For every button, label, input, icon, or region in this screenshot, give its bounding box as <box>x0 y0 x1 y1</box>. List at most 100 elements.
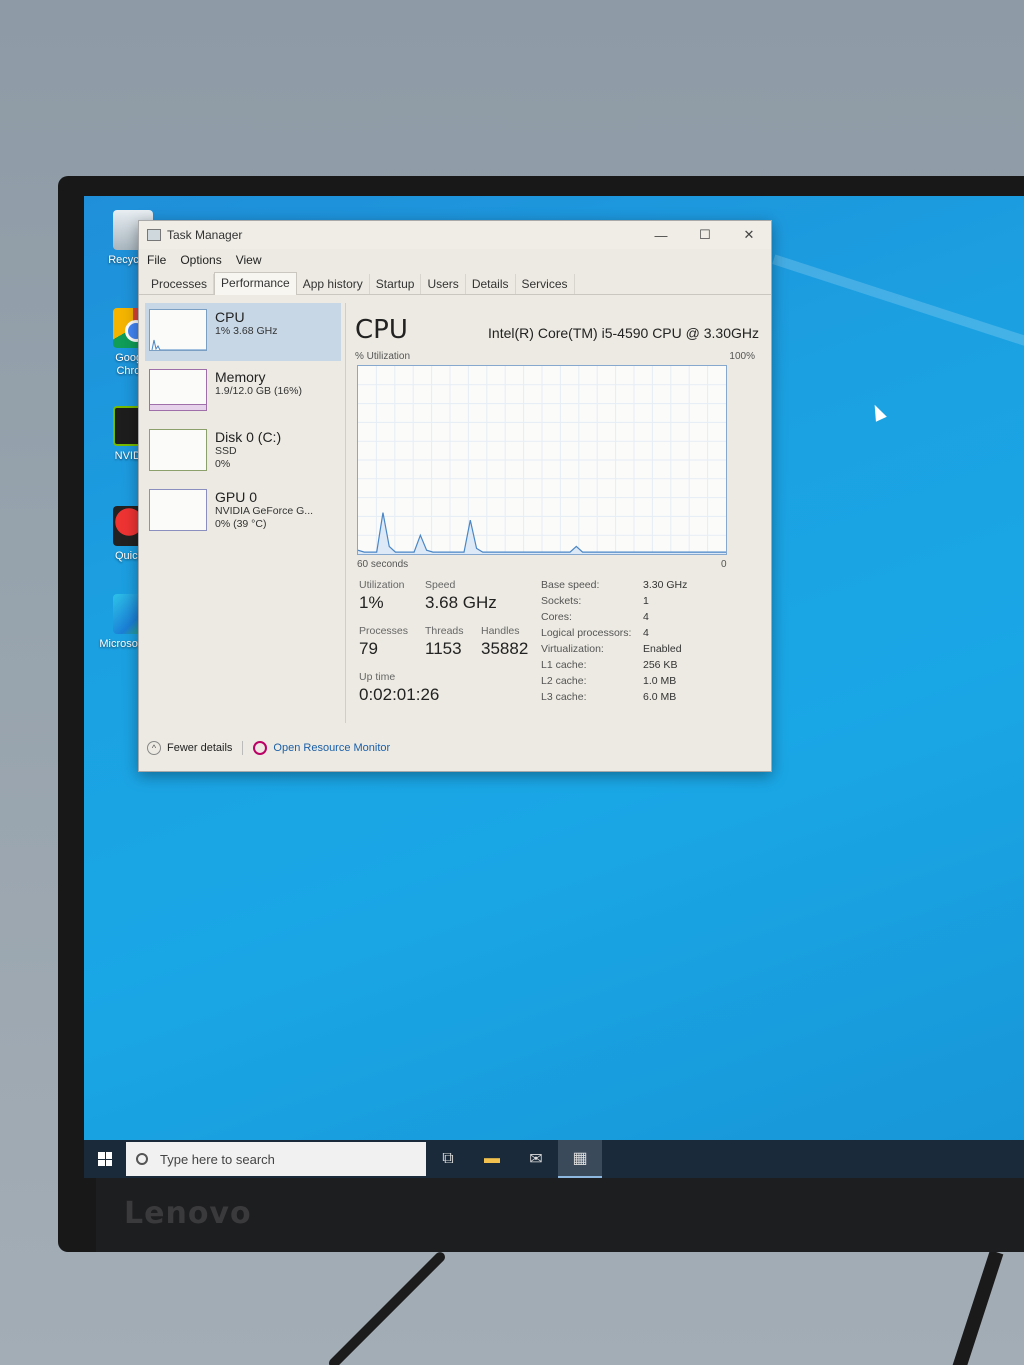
wallpaper-light-beam <box>772 254 1024 388</box>
handles-value: 35882 <box>481 639 529 658</box>
gpu-thumbnail-graph <box>149 489 207 531</box>
spec-value: 3.30 GHz <box>643 579 688 591</box>
cpu-graph-svg <box>358 366 726 554</box>
utilization-axis-label: % Utilization <box>355 351 411 362</box>
tab-services[interactable]: Services <box>516 274 575 294</box>
menu-file[interactable]: File <box>147 253 166 267</box>
pane-divider[interactable] <box>345 303 346 723</box>
handles-label: Handles <box>481 625 520 637</box>
sidebar-item-disk[interactable]: Disk 0 (C:) SSD 0% <box>145 423 341 481</box>
spec-row: L3 cache: 6.0 MB <box>541 691 731 703</box>
spec-key: L2 cache: <box>541 675 587 687</box>
resource-sidebar: CPU 1% 3.68 GHz Memory 1.9/12.0 GB (16%) <box>145 303 341 727</box>
taskbar: Type here to search ⧉ ▬ ✉ ▦ <box>84 1140 1024 1178</box>
fewer-details-link[interactable]: Fewer details <box>167 742 232 754</box>
uptime-label: Up time <box>359 671 396 683</box>
graph-zero-label: 0 <box>721 559 727 570</box>
menu-view[interactable]: View <box>236 253 262 267</box>
task-manager-app-icon <box>147 229 161 241</box>
sidebar-item-gpu[interactable]: GPU 0 NVIDIA GeForce G... 0% (39 °C) <box>145 483 341 541</box>
footer-separator <box>242 741 244 755</box>
tab-performance[interactable]: Performance <box>214 272 297 295</box>
spec-row: Logical processors: 4 <box>541 627 731 639</box>
processes-label: Processes <box>359 625 409 637</box>
taskbar-search-box[interactable]: Type here to search <box>126 1142 426 1176</box>
resource-monitor-icon[interactable] <box>253 741 268 755</box>
tab-users[interactable]: Users <box>421 274 466 294</box>
windows-logo-icon <box>98 1152 112 1166</box>
spec-value: 4 <box>643 627 649 639</box>
spec-key: Virtualization: <box>541 643 604 655</box>
spec-value: 6.0 MB <box>643 691 677 703</box>
performance-pane: CPU 1% 3.68 GHz Memory 1.9/12.0 GB (16%) <box>139 297 771 727</box>
cpu-thumbnail-graph <box>149 309 207 351</box>
search-icon <box>136 1153 148 1165</box>
sidebar-item-cpu[interactable]: CPU 1% 3.68 GHz <box>145 303 341 361</box>
sidebar-item-detail: SSD <box>215 445 237 457</box>
spec-key: Cores: <box>541 611 572 623</box>
spec-key: Logical processors: <box>541 627 632 639</box>
spec-value: 1 <box>643 595 649 607</box>
spec-value: 4 <box>643 611 649 623</box>
chevron-up-icon[interactable]: ^ <box>147 741 161 755</box>
sidebar-item-name: Memory <box>215 369 266 385</box>
sidebar-item-detail: 1.9/12.0 GB (16%) <box>215 385 302 397</box>
sidebar-item-detail: 0% (39 °C) <box>215 518 267 530</box>
speed-value: 3.68 GHz <box>425 593 497 612</box>
menu-options[interactable]: Options <box>180 253 221 267</box>
tab-details[interactable]: Details <box>466 274 516 294</box>
task-manager-taskbar-icon[interactable]: ▦ <box>558 1140 602 1178</box>
spec-key: L3 cache: <box>541 691 587 703</box>
threads-value: 1153 <box>425 639 462 658</box>
mouse-cursor-icon <box>869 402 887 422</box>
close-button[interactable]: ✕ <box>727 221 771 249</box>
task-view-icon[interactable]: ⧉ <box>426 1140 470 1178</box>
threads-label: Threads <box>425 625 464 637</box>
desktop-screen: Recycle B Google Chrom NVIDIA QuickC Mic… <box>84 196 1024 1178</box>
speed-label: Speed <box>425 579 456 591</box>
sidebar-item-detail: 0% <box>215 458 231 470</box>
monitor-brand-logo: Lenovo <box>124 1196 252 1231</box>
mail-icon[interactable]: ✉ <box>514 1140 558 1178</box>
file-explorer-icon[interactable]: ▬ <box>470 1140 514 1178</box>
maximize-button[interactable]: ☐ <box>683 221 727 249</box>
spec-row: Virtualization: Enabled <box>541 643 731 655</box>
task-manager-window: Task Manager — ☐ ✕ File Options View Pro… <box>138 220 772 772</box>
utilization-value: 1% <box>359 593 384 612</box>
spec-value: 1.0 MB <box>643 675 677 687</box>
disk-thumbnail-graph <box>149 429 207 471</box>
spec-key: L1 cache: <box>541 659 587 671</box>
sidebar-item-name: GPU 0 <box>215 489 258 505</box>
graph-time-label: 60 seconds <box>357 559 409 570</box>
utilization-label: Utilization <box>359 579 405 591</box>
open-resource-monitor-link[interactable]: Open Resource Monitor <box>273 742 390 754</box>
window-title: Task Manager <box>167 228 243 242</box>
cpu-model-name: Intel(R) Core(TM) i5-4590 CPU @ 3.30GHz <box>488 325 759 341</box>
minimize-button[interactable]: — <box>639 221 683 249</box>
tab-processes[interactable]: Processes <box>145 274 215 294</box>
spec-value: 256 KB <box>643 659 678 671</box>
search-placeholder: Type here to search <box>160 1151 275 1167</box>
spec-row: Base speed: 3.30 GHz <box>541 579 731 591</box>
cpu-utilization-graph <box>357 365 727 555</box>
utilization-max-label: 100% <box>729 351 755 362</box>
sidebar-item-memory[interactable]: Memory 1.9/12.0 GB (16%) <box>145 363 341 421</box>
spec-row: Cores: 4 <box>541 611 731 623</box>
processes-value: 79 <box>359 639 378 658</box>
sidebar-item-detail: 1% 3.68 GHz <box>215 325 278 337</box>
spec-row: L2 cache: 1.0 MB <box>541 675 731 687</box>
uptime-value: 0:02:01:26 <box>359 685 440 704</box>
tab-startup[interactable]: Startup <box>370 274 422 294</box>
spec-row: L1 cache: 256 KB <box>541 659 731 671</box>
spec-row: Sockets: 1 <box>541 595 731 607</box>
cpu-heading: CPU <box>355 315 408 345</box>
cpu-detail-panel: CPU Intel(R) Core(TM) i5-4590 CPU @ 3.30… <box>351 297 767 727</box>
spec-key: Sockets: <box>541 595 582 607</box>
tab-app-history[interactable]: App history <box>297 274 370 294</box>
memory-thumbnail-graph <box>149 369 207 411</box>
spec-key: Base speed: <box>541 579 600 591</box>
start-button[interactable] <box>84 1140 126 1178</box>
window-footer: ^ Fewer details Open Resource Monitor <box>139 733 771 763</box>
spec-value: Enabled <box>643 643 682 655</box>
title-bar[interactable]: Task Manager — ☐ ✕ <box>139 221 771 249</box>
